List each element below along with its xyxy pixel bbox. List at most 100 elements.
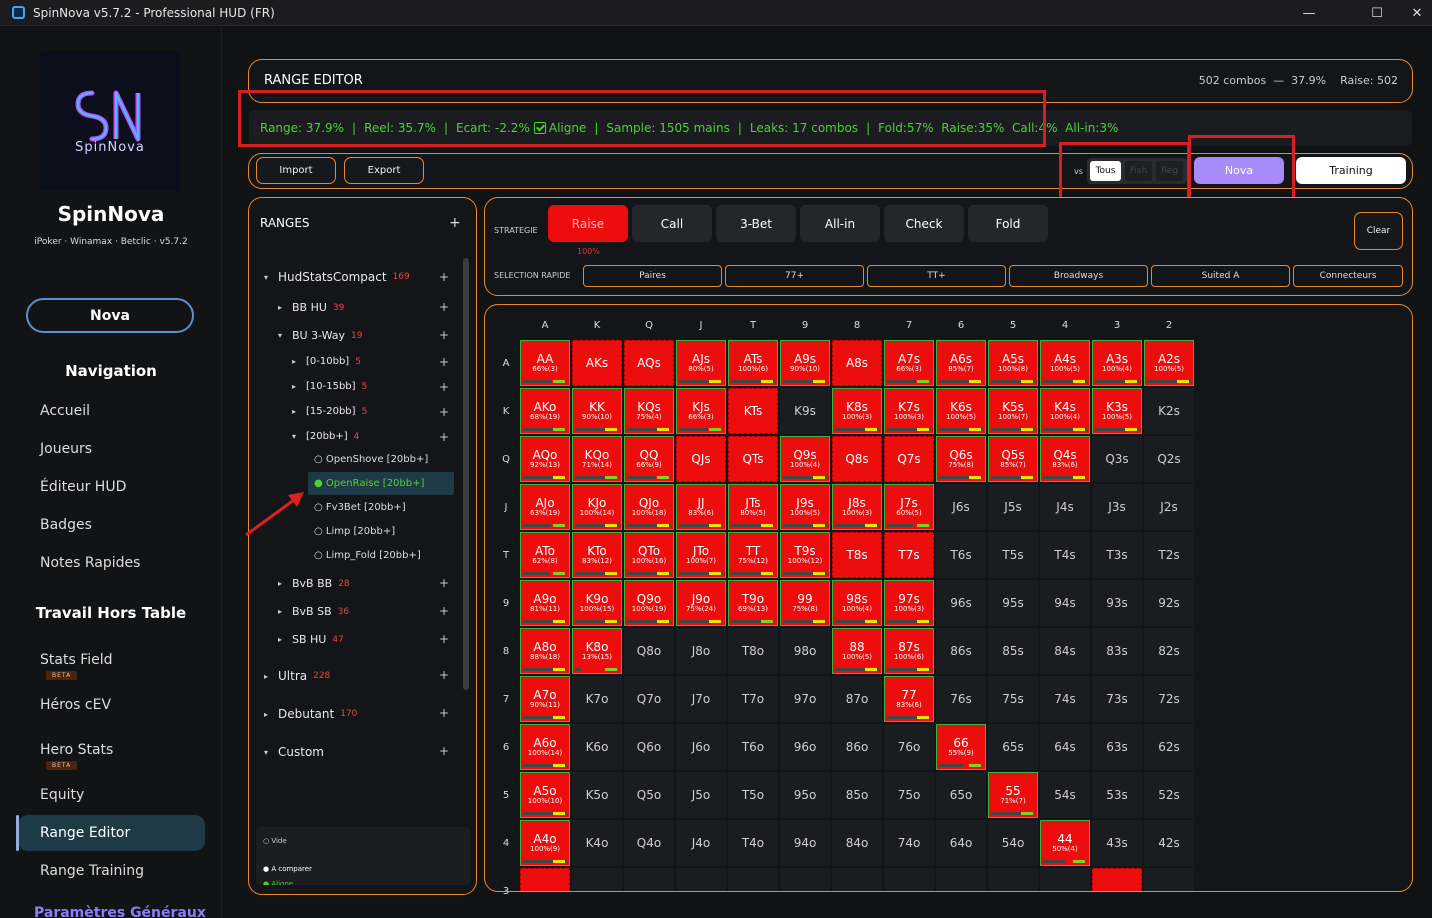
hand-cell[interactable]: 99 75%(8): [780, 580, 830, 626]
tree-node-bb-hu[interactable]: ▸ BB HU 39: [278, 301, 344, 314]
hand-cell[interactable]: T7s: [884, 532, 934, 578]
hand-cell[interactable]: T3s: [1092, 532, 1142, 578]
hand-cell[interactable]: T7o: [728, 676, 778, 722]
hand-cell[interactable]: AKs: [572, 340, 622, 386]
hand-cell[interactable]: [936, 868, 986, 891]
add-node-button[interactable]: +: [439, 328, 449, 342]
hand-cell[interactable]: J5s: [988, 484, 1038, 530]
hand-cell[interactable]: Q6s 75%(8): [936, 436, 986, 482]
hand-cell[interactable]: QTs: [728, 436, 778, 482]
training-button[interactable]: Training: [1296, 157, 1406, 184]
hand-cell[interactable]: T9o 69%(13): [728, 580, 778, 626]
hand-cell[interactable]: Q8o: [624, 628, 674, 674]
hand-cell[interactable]: 87s 100%(6): [884, 628, 934, 674]
3bet-button[interactable]: 3-Bet: [716, 205, 796, 242]
hand-cell[interactable]: [884, 868, 934, 891]
hand-cell[interactable]: J8s 100%(3): [832, 484, 882, 530]
add-node-button[interactable]: +: [439, 632, 449, 646]
hand-cell[interactable]: JTs 80%(5): [728, 484, 778, 530]
hand-cell[interactable]: J4s: [1040, 484, 1090, 530]
minimize-button[interactable]: —: [1286, 0, 1332, 26]
hand-cell[interactable]: K7o: [572, 676, 622, 722]
hand-cell[interactable]: Q9s 100%(4): [780, 436, 830, 482]
hand-cell[interactable]: A3s 100%(4): [1092, 340, 1142, 386]
quick-77plus-button[interactable]: 77+: [725, 265, 864, 287]
quick-ttplus-button[interactable]: TT+: [867, 265, 1006, 287]
tree-node-debutant[interactable]: ▸ Debutant 170: [264, 707, 357, 721]
nav-range-editor[interactable]: Range Editor: [40, 825, 130, 841]
check-button[interactable]: Check: [884, 205, 964, 242]
hand-cell[interactable]: K8s 100%(3): [832, 388, 882, 434]
hand-cell[interactable]: KTo 83%(12): [572, 532, 622, 578]
tree-node-bvb-sb[interactable]: ▸ BvB SB 36: [278, 605, 349, 618]
range-leaf-openshove[interactable]: ○ OpenShove [20bb+]: [314, 454, 428, 465]
hand-cell[interactable]: 65o: [936, 772, 986, 818]
allin-button[interactable]: All-in: [800, 205, 880, 242]
hand-cell[interactable]: [832, 868, 882, 891]
hand-cell[interactable]: K3s 100%(5): [1092, 388, 1142, 434]
hand-cell[interactable]: J9o 75%(24): [676, 580, 726, 626]
nav-badges[interactable]: Badges: [40, 517, 92, 533]
range-leaf-limp[interactable]: ○ Limp [20bb+]: [314, 526, 395, 537]
hand-cell[interactable]: K9s: [780, 388, 830, 434]
tree-node-sb-hu[interactable]: ▸ SB HU 47: [278, 633, 344, 646]
nav-joueurs[interactable]: Joueurs: [40, 441, 92, 457]
hand-cell[interactable]: 85o: [832, 772, 882, 818]
nav-accueil[interactable]: Accueil: [40, 403, 90, 419]
hand-cell[interactable]: K4s 100%(4): [1040, 388, 1090, 434]
hand-cell[interactable]: A5s 100%(8): [988, 340, 1038, 386]
hand-cell[interactable]: J4o: [676, 820, 726, 866]
hand-cell[interactable]: J9s 100%(5): [780, 484, 830, 530]
hand-cell[interactable]: KQs 75%(4): [624, 388, 674, 434]
hand-cell[interactable]: J5o: [676, 772, 726, 818]
hand-cell[interactable]: 83s: [1092, 628, 1142, 674]
hand-cell[interactable]: J7s 60%(5): [884, 484, 934, 530]
hand-cell[interactable]: 93s: [1092, 580, 1142, 626]
tree-node-ultra[interactable]: ▸ Ultra 228: [264, 669, 330, 683]
hand-cell[interactable]: A9s 90%(10): [780, 340, 830, 386]
tree-node-10-15bb[interactable]: ▸ [10-15bb] 5: [292, 381, 367, 392]
hand-cell[interactable]: QJo 100%(18): [624, 484, 674, 530]
add-node-button[interactable]: +: [439, 604, 449, 618]
hand-cell[interactable]: J6s: [936, 484, 986, 530]
hand-cell[interactable]: A9o 81%(11): [520, 580, 570, 626]
hand-cell[interactable]: 74o: [884, 820, 934, 866]
hand-cell[interactable]: K4o: [572, 820, 622, 866]
hand-cell[interactable]: 94s: [1040, 580, 1090, 626]
hand-cell[interactable]: Q4s 83%(6): [1040, 436, 1090, 482]
hand-cell[interactable]: QTo 100%(16): [624, 532, 674, 578]
quick-paires-button[interactable]: Paires: [583, 265, 722, 287]
nav-parametres-generaux[interactable]: Paramètres Généraux: [34, 905, 206, 918]
hand-cell[interactable]: 98o: [780, 628, 830, 674]
hand-cell[interactable]: AJs 80%(5): [676, 340, 726, 386]
hand-cell[interactable]: 77 83%(6): [884, 676, 934, 722]
hand-cell[interactable]: 73s: [1092, 676, 1142, 722]
add-node-button[interactable]: +: [439, 270, 449, 284]
hand-cell[interactable]: AKo 68%(19): [520, 388, 570, 434]
hand-cell[interactable]: 64s: [1040, 724, 1090, 770]
raise-button[interactable]: Raise: [548, 205, 628, 242]
hand-cell[interactable]: 97s 100%(3): [884, 580, 934, 626]
nav-editeur-hud[interactable]: Éditeur HUD: [40, 479, 126, 495]
hand-cell[interactable]: 42s: [1144, 820, 1194, 866]
hand-cell[interactable]: T5o: [728, 772, 778, 818]
hand-cell[interactable]: 92s: [1144, 580, 1194, 626]
clear-button[interactable]: Clear: [1354, 212, 1403, 250]
hand-cell[interactable]: 74s: [1040, 676, 1090, 722]
hand-cell[interactable]: 55 71%(7): [988, 772, 1038, 818]
hand-cell[interactable]: [624, 868, 674, 891]
add-node-button[interactable]: +: [439, 576, 449, 590]
nova-button[interactable]: Nova: [26, 298, 194, 333]
hand-cell[interactable]: [728, 868, 778, 891]
hand-cell[interactable]: KJs 66%(3): [676, 388, 726, 434]
hand-cell[interactable]: T6o: [728, 724, 778, 770]
hand-cell[interactable]: 98s 100%(4): [832, 580, 882, 626]
hand-cell[interactable]: A7o 90%(11): [520, 676, 570, 722]
hand-cell[interactable]: K9o 100%(15): [572, 580, 622, 626]
hand-cell[interactable]: 96o: [780, 724, 830, 770]
hand-cell[interactable]: A4o 100%(9): [520, 820, 570, 866]
hand-cell[interactable]: J2s: [1144, 484, 1194, 530]
hand-cell[interactable]: 76s: [936, 676, 986, 722]
hand-cell[interactable]: K5s 100%(7): [988, 388, 1038, 434]
hand-cell[interactable]: T8s: [832, 532, 882, 578]
